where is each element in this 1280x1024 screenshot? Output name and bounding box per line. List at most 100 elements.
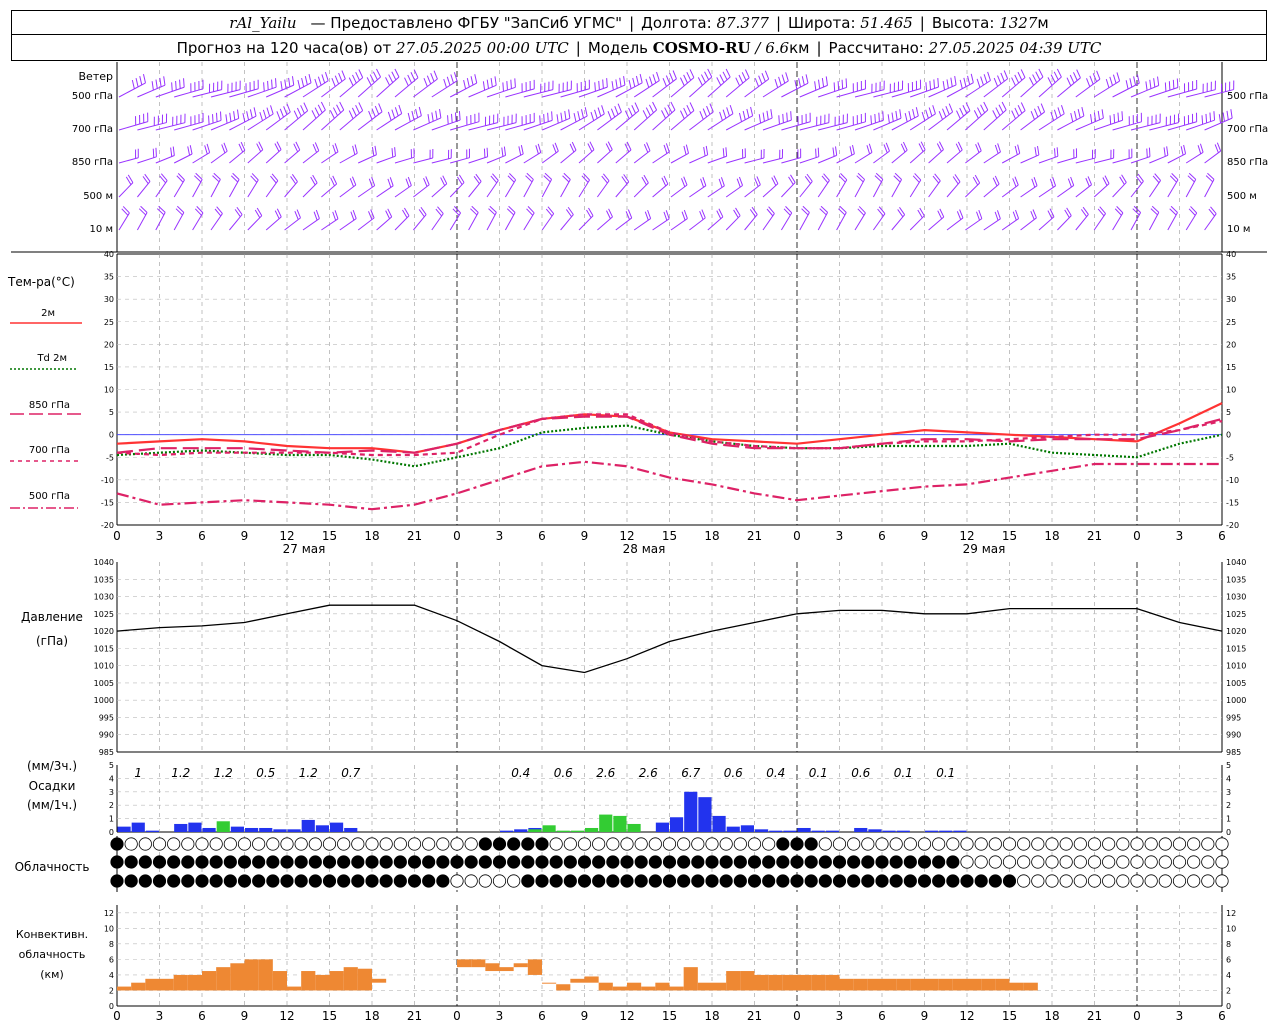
wind-barb-feather [486, 79, 489, 89]
cloud-cover-icon [549, 855, 563, 869]
convective-bar [187, 974, 202, 991]
wind-barb-shaft [192, 179, 203, 198]
precip-bar [698, 797, 712, 832]
wind-barb [265, 208, 282, 231]
wind-barb-feather [722, 71, 728, 81]
y-tick-label-right: 1005 [1226, 679, 1246, 688]
precip-3h-total: 0.4 [766, 766, 785, 780]
wind-barb-shaft [1167, 153, 1186, 164]
wind-barb [505, 145, 524, 164]
cloud-cover-icon [691, 837, 705, 851]
cloud-cover-icon [662, 837, 677, 851]
wind-barb [523, 172, 534, 198]
cloud-cover-icon [1017, 837, 1031, 851]
wind-barb-shaft [652, 183, 669, 198]
hour-label: 0 [793, 529, 801, 543]
precip-title: Осадки [29, 779, 76, 793]
wind-barb [229, 206, 243, 231]
wind-barb-shaft [891, 179, 903, 198]
precip-bar [315, 825, 329, 832]
precip-3h-total: 0.1 [936, 766, 955, 780]
wind-barb-shaft [413, 214, 427, 231]
wind-barb-feather [332, 144, 337, 154]
wind-barb [689, 68, 713, 98]
wind-barb-shaft [1167, 121, 1197, 131]
wind-barb [192, 172, 203, 198]
wind-barb-feather [1014, 74, 1020, 84]
wind-barb-feather [266, 107, 271, 117]
hour-label: 15 [662, 1009, 677, 1023]
wind-barb-feather [352, 145, 356, 155]
cloud-cover-icon [1059, 855, 1073, 869]
wind-barb [817, 173, 830, 198]
wind-barb-shaft [1020, 217, 1037, 231]
precip-bar [145, 830, 159, 832]
wind-barb [799, 76, 828, 98]
cloud-cover-icon [634, 874, 648, 888]
hour-label: 6 [538, 1009, 546, 1023]
cloud-cover-icon [960, 874, 974, 888]
wind-barb-feather [945, 105, 950, 115]
wind-barb-shaft [597, 84, 626, 98]
wind-barb-shaft [762, 213, 775, 231]
wind-barb [450, 112, 480, 131]
wind-barb-feather [391, 148, 394, 158]
wind-barb-feather [938, 111, 943, 120]
y-tick-label-left: 4 [109, 774, 114, 783]
wind-barb-feather [891, 112, 894, 122]
precip-bar [188, 822, 202, 832]
wind-barb-shaft [265, 149, 282, 164]
wind-barb [799, 205, 810, 231]
wind-barb-feather [1014, 176, 1019, 186]
precip-bar [953, 830, 967, 832]
wind-barb-feather [482, 81, 486, 91]
cloud-cover-icon [110, 855, 124, 869]
wind-barb-shaft [799, 156, 819, 164]
wind-barb [983, 101, 1007, 131]
cloud-cover-icon [1031, 874, 1045, 888]
wind-barb [136, 205, 148, 231]
wind-barb-shaft [1167, 179, 1179, 198]
wind-barb-feather [286, 103, 291, 113]
convective-bar [457, 959, 472, 968]
precip-bar [797, 827, 811, 832]
wind-barb-shaft [376, 155, 396, 164]
precip-3h-total: 6.7 [681, 766, 700, 780]
cloud-cover-icon [606, 837, 620, 851]
precip-bar [925, 830, 939, 832]
wind-barb-feather [997, 75, 1002, 85]
wind-barb [689, 145, 709, 164]
pressure-line [116, 604, 1223, 674]
wind-barb-feather [229, 112, 232, 122]
wind-barb-shaft [1112, 212, 1124, 231]
wind-barb-feather [387, 111, 392, 121]
wind-barb-feather [639, 73, 643, 83]
wind-barb-shaft [578, 86, 608, 98]
wind-barb-feather [1133, 76, 1137, 86]
precip-bar [570, 830, 584, 832]
wind-barb-feather [291, 76, 295, 86]
wind-barb-feather [321, 74, 326, 84]
y-tick-label-right: 15 [1226, 363, 1236, 372]
cloud-cover-icon [1045, 837, 1059, 851]
wind-barb-feather [870, 115, 872, 125]
cloud-cover-icon [932, 874, 946, 888]
cloud-cover-icon [733, 874, 747, 888]
wind-barb-shaft [376, 113, 402, 131]
wind-barb-feather [670, 101, 676, 111]
wind-barb-feather [686, 71, 692, 81]
wind-barbs [118, 68, 1235, 231]
wind-barb-shaft [1148, 180, 1161, 198]
cloud-cover-icon [422, 855, 436, 869]
wind-barb-feather [887, 114, 890, 124]
wind-barb-feather [358, 102, 364, 111]
wind-barb-feather [172, 146, 175, 156]
wind-barb-shaft [1075, 157, 1096, 164]
wind-barb-feather [394, 147, 396, 157]
wind-barb-feather [628, 107, 633, 117]
wind-barb-shaft [173, 153, 193, 164]
wind-barb [1112, 206, 1124, 231]
wind-barb-feather [404, 77, 409, 87]
cloud-cover-icon [563, 874, 577, 888]
wind-barb [1038, 177, 1057, 198]
